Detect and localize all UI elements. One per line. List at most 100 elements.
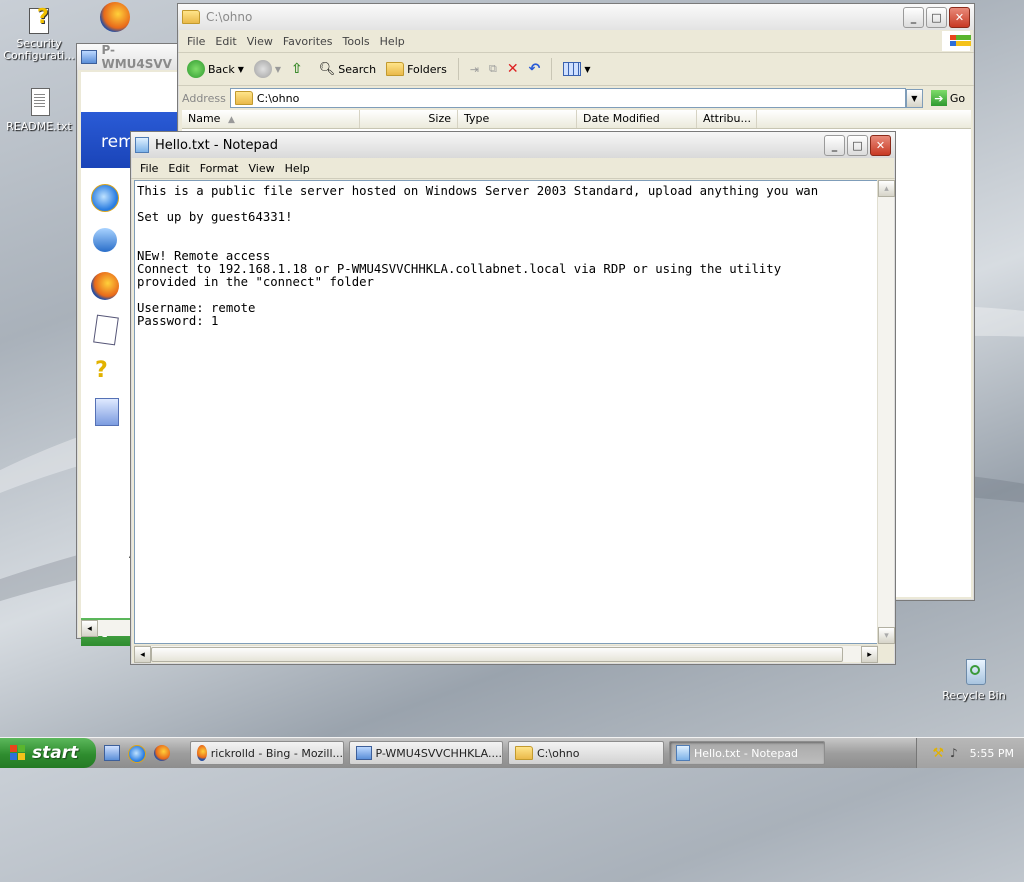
search-label: Search <box>338 62 377 76</box>
scroll-left-button[interactable]: ◂ <box>81 620 98 637</box>
task-label: C:\ohno <box>537 746 580 760</box>
back-label: Back <box>208 62 235 76</box>
explorer-menubar: File Edit View Favorites Tools Help <box>178 30 974 53</box>
notepad-icon <box>676 745 690 761</box>
desktop-icon-firefox[interactable] <box>80 2 152 36</box>
desktop-icon-security-configuration[interactable]: ? Security Configurati... <box>3 4 75 62</box>
notepad-window[interactable]: Hello.txt - Notepad _ □ ✕ File Edit Form… <box>130 131 896 665</box>
views-button[interactable]: ▼ <box>560 60 593 78</box>
menu-view[interactable]: View <box>242 35 278 48</box>
notepad-text-area[interactable]: This is a public file server hosted on W… <box>134 180 878 644</box>
up-folder-button[interactable]: ⇧ <box>288 59 306 79</box>
notepad-titlebar[interactable]: Hello.txt - Notepad _ □ ✕ <box>131 132 895 158</box>
scroll-up-button[interactable]: ▴ <box>878 180 895 197</box>
search-button[interactable]: 🔍︎ Search <box>316 60 379 79</box>
chevron-down-icon[interactable]: ▼ <box>275 65 281 74</box>
explorer-titlebar[interactable]: C:\ohno _ □ ✕ <box>178 4 974 30</box>
go-label: Go <box>949 91 966 105</box>
windows-flag-icon <box>10 745 26 761</box>
column-date-modified[interactable]: Date Modified <box>577 110 697 128</box>
remote-desktop-icon <box>81 50 98 64</box>
back-button[interactable]: Back ▼ <box>184 58 247 80</box>
address-dropdown-button[interactable]: ▼ <box>905 88 923 108</box>
desktop-icon-recycle-bin[interactable]: Recycle Bin <box>938 655 1010 702</box>
notepad-icon <box>93 314 119 346</box>
folders-button[interactable]: Folders <box>383 60 450 78</box>
text-file-icon <box>23 86 55 118</box>
minimize-button[interactable]: _ <box>824 134 845 156</box>
scroll-down-button[interactable]: ▾ <box>878 627 895 644</box>
delete-icon: ✕ <box>506 61 519 77</box>
desktop-icon-label: Recycle Bin <box>942 689 1006 702</box>
text-line: Password: 1 <box>137 314 219 328</box>
views-icon <box>563 62 582 76</box>
firefox-icon[interactable] <box>154 745 170 761</box>
address-bar: Address C:\ohno ▼ ➔ Go <box>178 86 974 110</box>
scroll-right-button[interactable]: ▸ <box>861 646 878 663</box>
show-desktop-icon[interactable] <box>104 745 120 761</box>
column-name[interactable]: Name ▲ <box>182 110 360 128</box>
menu-file[interactable]: File <box>135 162 163 175</box>
remote-desktop-titlebar[interactable]: P-WMU4SVV <box>77 43 181 71</box>
text-line: Set up by guest64331! <box>137 210 293 224</box>
task-label: Hello.txt - Notepad <box>694 746 799 760</box>
update-icon <box>93 228 117 252</box>
taskbar-item-firefox[interactable]: rickrolld - Bing - Mozill... <box>190 741 344 765</box>
menu-edit[interactable]: Edit <box>210 35 241 48</box>
taskbar-item-explorer[interactable]: C:\ohno <box>508 741 664 765</box>
menu-help[interactable]: Help <box>280 162 315 175</box>
folder-icon <box>182 10 200 24</box>
taskbar-item-remote-desktop[interactable]: P-WMU4SVVCHHKLA.... <box>349 741 503 765</box>
menu-edit[interactable]: Edit <box>163 162 194 175</box>
maximize-button[interactable]: □ <box>847 134 868 156</box>
tray-speaker-icon[interactable]: ♪ <box>950 746 958 760</box>
minimize-button[interactable]: _ <box>903 6 924 28</box>
menu-view[interactable]: View <box>244 162 280 175</box>
windows-logo-icon <box>942 31 971 51</box>
address-input[interactable]: C:\ohno <box>229 88 906 108</box>
menu-tools[interactable]: Tools <box>338 35 375 48</box>
close-button[interactable]: ✕ <box>949 6 970 28</box>
window-title: C:\ohno <box>206 10 253 24</box>
taskbar-item-notepad[interactable]: Hello.txt - Notepad <box>669 741 825 765</box>
copy-to-button[interactable]: ⧉ <box>486 60 500 78</box>
desktop-icon-label: README.txt <box>6 120 72 133</box>
menu-help[interactable]: Help <box>375 35 410 48</box>
chevron-down-icon[interactable]: ▼ <box>238 65 244 74</box>
text-line: Username: remote <box>137 301 256 315</box>
undo-button[interactable]: ↶ <box>526 59 544 79</box>
notepad-menubar: File Edit Format View Help <box>131 158 895 179</box>
scroll-left-button[interactable]: ◂ <box>134 646 151 663</box>
sort-arrow-icon: ▲ <box>227 115 235 125</box>
file-list-header: Name ▲ Size Type Date Modified Attribu..… <box>182 110 971 129</box>
scroll-thumb[interactable] <box>151 647 843 662</box>
desktop-icon-readme[interactable]: README.txt <box>3 86 75 133</box>
move-to-button[interactable]: ⇥ <box>467 61 482 78</box>
delete-button[interactable]: ✕ <box>504 59 522 79</box>
move-to-icon: ⇥ <box>469 62 480 76</box>
tray-tools-icon[interactable]: ⚒ <box>932 746 944 761</box>
system-tray: ⚒ ♪ 5:55 PM <box>916 738 1024 768</box>
menu-file[interactable]: File <box>182 35 210 48</box>
close-button[interactable]: ✕ <box>870 134 891 156</box>
folders-label: Folders <box>407 62 447 76</box>
forward-arrow-icon <box>253 60 272 78</box>
forward-button[interactable]: ▼ <box>251 58 284 80</box>
internet-explorer-icon[interactable] <box>128 745 146 763</box>
menu-format[interactable]: Format <box>195 162 244 175</box>
maximize-button[interactable]: □ <box>926 6 947 28</box>
menu-favorites[interactable]: Favorites <box>278 35 338 48</box>
task-label: rickrolld - Bing - Mozill... <box>210 746 343 760</box>
go-arrow-icon: ➔ <box>930 90 947 106</box>
address-value: C:\ohno <box>256 91 300 105</box>
column-attributes[interactable]: Attribu... <box>697 110 757 128</box>
notepad-vscrollbar[interactable]: ▴ ▾ <box>877 180 895 644</box>
column-type[interactable]: Type <box>458 110 577 128</box>
notepad-hscrollbar[interactable]: ◂ ▸ <box>134 645 878 663</box>
firefox-icon <box>100 2 132 34</box>
column-size[interactable]: Size <box>360 110 458 128</box>
go-button[interactable]: ➔ Go <box>930 90 966 106</box>
clock[interactable]: 5:55 PM <box>970 747 1014 760</box>
address-label: Address <box>182 91 226 105</box>
start-button[interactable]: start <box>0 738 96 768</box>
